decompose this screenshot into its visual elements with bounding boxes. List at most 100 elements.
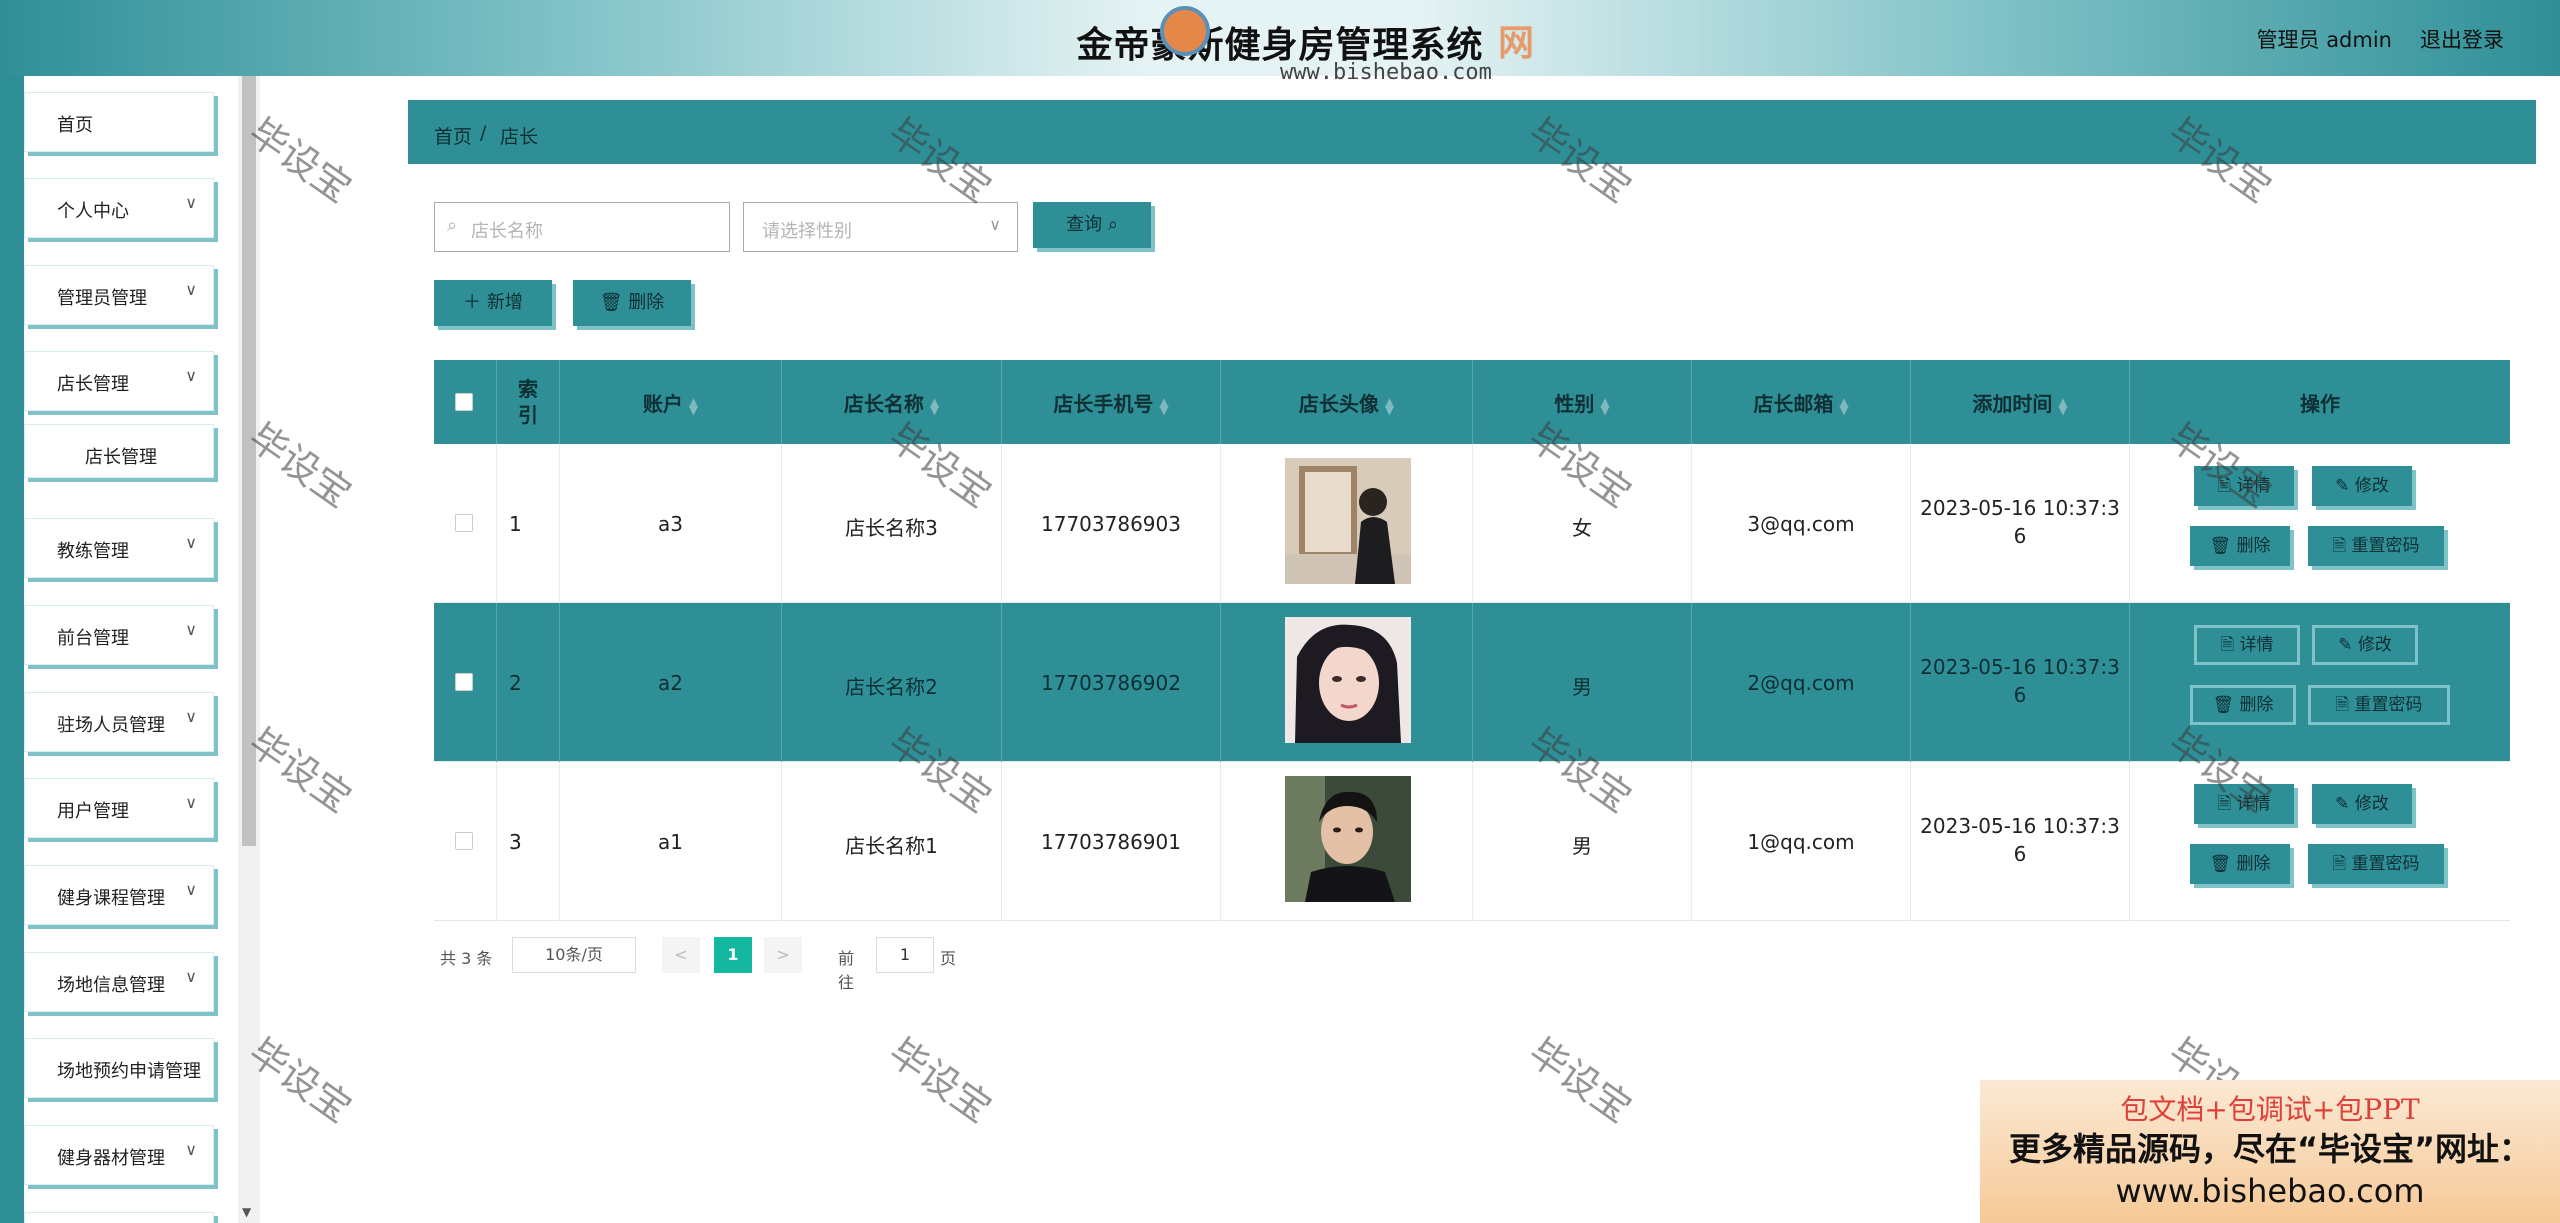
- ad-line-1: 包文档+包调试+包PPT: [2120, 1093, 2420, 1126]
- reset-password-button[interactable]: 🗎 重置密码: [2308, 844, 2444, 884]
- col-name[interactable]: 店长名称 ▲ ▼: [782, 360, 1002, 444]
- goto-page-input[interactable]: 1: [876, 937, 934, 973]
- sidebar-item-admin-manage[interactable]: 管理员管理 ∨: [24, 265, 214, 325]
- page-size-select[interactable]: 10条/页: [512, 937, 636, 973]
- next-page-button[interactable]: >: [764, 937, 802, 973]
- email-cell: 2@qq.com: [1692, 603, 1911, 762]
- manager-name-search-input[interactable]: ⌕ 店长名称: [434, 202, 730, 252]
- breadcrumb-home[interactable]: 首页: [434, 122, 472, 149]
- logout-link[interactable]: 退出登录: [2420, 24, 2504, 54]
- col-email[interactable]: 店长邮箱 ▲ ▼: [1692, 360, 1911, 444]
- sort-icon[interactable]: ▲ ▼: [2058, 396, 2067, 416]
- edit-button[interactable]: ✎ 修改: [2312, 625, 2418, 665]
- sidebar-item-course-manage[interactable]: 健身课程管理 ∨: [24, 865, 214, 925]
- sidebar-item-frontdesk-manage[interactable]: 前台管理 ∨: [24, 605, 214, 665]
- row-select-cell: [434, 603, 497, 762]
- chevron-down-icon: ∨: [185, 1140, 197, 1159]
- avatar[interactable]: [1285, 458, 1411, 584]
- delete-button[interactable]: 🗑 删除: [2190, 844, 2290, 884]
- time-cell: 2023-05-16 10:37:3 6: [1911, 444, 2130, 603]
- sort-icon[interactable]: ▲ ▼: [1159, 396, 1168, 416]
- index-cell: 2: [497, 603, 560, 762]
- row-checkbox[interactable]: [455, 514, 473, 532]
- sidebar-item-home[interactable]: 首页: [24, 92, 214, 152]
- sidebar-item-resident-manage[interactable]: 驻场人员管理 ∨: [24, 692, 214, 752]
- delete-button[interactable]: 🗑 删除: [2190, 685, 2296, 725]
- sidebar-item-more[interactable]: [24, 1212, 214, 1223]
- delete-button[interactable]: 🗑 删除: [2190, 526, 2290, 566]
- detail-button[interactable]: 🗎 详情: [2194, 625, 2300, 665]
- phone-cell: 17703786901: [1002, 762, 1221, 921]
- sort-icon[interactable]: ▲ ▼: [1385, 396, 1394, 416]
- sidebar-item-coach-manage[interactable]: 教练管理 ∨: [24, 518, 214, 578]
- sidebar-item-label: 首页: [57, 115, 93, 136]
- reset-password-button[interactable]: 🗎 重置密码: [2308, 526, 2444, 566]
- page-number-current[interactable]: 1: [714, 937, 752, 973]
- chevron-down-icon: ∨: [185, 707, 197, 726]
- gender-select[interactable]: 请选择性别 ∨: [743, 202, 1018, 252]
- ad-line-3: www.bishebao.com: [2115, 1172, 2425, 1210]
- sidebar-item-user-manage[interactable]: 用户管理 ∨: [24, 778, 214, 838]
- table-row: 3 a1 店长名称1 17703786901 男 1@qq.com 2023-0…: [434, 762, 2510, 921]
- sidebar-item-label: 教练管理: [57, 541, 129, 562]
- email-cell: 3@qq.com: [1692, 444, 1911, 603]
- account-cell: a1: [560, 762, 782, 921]
- watermark-logo: 网 www.bishebao.com: [1160, 0, 1546, 100]
- reset-password-button[interactable]: 🗎 重置密码: [2308, 685, 2450, 725]
- logo-glyph: 网: [1498, 23, 1535, 64]
- sidebar-stripe: [0, 76, 24, 1223]
- sidebar-item-label: 前台管理: [57, 628, 129, 649]
- sidebar-item-label: 健身器材管理: [57, 1148, 165, 1169]
- logo-url: www.bishebao.com: [1280, 60, 1492, 85]
- chevron-down-icon: ∨: [185, 533, 197, 552]
- prev-page-button[interactable]: <: [662, 937, 700, 973]
- ad-banner[interactable]: 包文档+包调试+包PPT 更多精品源码，尽在“毕设宝”网址： www.bishe…: [1980, 1080, 2560, 1223]
- logo-circle-icon: [1160, 6, 1210, 56]
- avatar-cell: [1221, 603, 1473, 762]
- sidebar-item-label: 健身课程管理: [57, 888, 165, 909]
- batch-delete-button[interactable]: 🗑 删除: [573, 280, 691, 326]
- phone-cell: 17703786902: [1002, 603, 1221, 762]
- sidebar-item-equipment-manage[interactable]: 健身器材管理 ∨: [24, 1125, 214, 1185]
- col-time[interactable]: 添加时间 ▲ ▼: [1911, 360, 2130, 444]
- time-cell: 2023-05-16 10:37:3 6: [1911, 603, 2130, 762]
- row-checkbox[interactable]: [455, 832, 473, 850]
- sort-icon[interactable]: ▲ ▼: [930, 396, 939, 416]
- total-count: 共 3 条: [440, 949, 493, 968]
- sidebar-item-manager-manage[interactable]: 店长管理 ∨: [24, 351, 214, 411]
- sidebar-item-profile[interactable]: 个人中心 ∨: [24, 178, 214, 238]
- edit-button[interactable]: ✎ 修改: [2312, 466, 2412, 506]
- chevron-down-icon: ∨: [185, 793, 197, 812]
- avatar[interactable]: [1285, 617, 1411, 743]
- avatar-cell: [1221, 762, 1473, 921]
- sidebar-item-label: 管理员管理: [57, 288, 147, 309]
- row-select-cell: [434, 762, 497, 921]
- col-avatar[interactable]: 店长头像 ▲ ▼: [1221, 360, 1473, 444]
- add-button[interactable]: ＋ 新增: [434, 280, 552, 326]
- select-all-header: [434, 360, 497, 444]
- query-button[interactable]: 查询 ⌕: [1033, 202, 1151, 248]
- col-phone[interactable]: 店长手机号 ▲ ▼: [1002, 360, 1221, 444]
- sort-icon[interactable]: ▲ ▼: [689, 396, 698, 416]
- time-cell: 2023-05-16 10:37:3 6: [1911, 762, 2130, 921]
- account-cell: a3: [560, 444, 782, 603]
- ad-line-2: 更多精品源码，尽在“毕设宝”网址：: [2008, 1130, 2532, 1168]
- edit-button[interactable]: ✎ 修改: [2312, 784, 2412, 824]
- row-checkbox[interactable]: [455, 673, 473, 691]
- phone-cell: 17703786903: [1002, 444, 1221, 603]
- sidebar-subitem-manager-manage[interactable]: 店长管理: [24, 424, 214, 478]
- breadcrumb-separator: /: [480, 122, 487, 144]
- sort-icon[interactable]: ▲ ▼: [1839, 396, 1848, 416]
- col-account[interactable]: 账户 ▲ ▼: [560, 360, 782, 444]
- avatar-cell: [1221, 444, 1473, 603]
- sidebar-item-venue-booking[interactable]: 场地预约申请管理: [24, 1038, 214, 1098]
- sidebar-item-label: 店长管理: [85, 447, 157, 468]
- index-cell: 3: [497, 762, 560, 921]
- chevron-down-icon: ∨: [185, 280, 197, 299]
- sidebar-item-venue-manage[interactable]: 场地信息管理 ∨: [24, 952, 214, 1012]
- sort-icon[interactable]: ▲ ▼: [1600, 396, 1609, 416]
- chevron-down-icon: ∨: [185, 880, 197, 899]
- select-all-checkbox[interactable]: [455, 393, 473, 411]
- scroll-down-arrow-icon[interactable]: ▼: [242, 1205, 251, 1219]
- avatar[interactable]: [1285, 776, 1411, 902]
